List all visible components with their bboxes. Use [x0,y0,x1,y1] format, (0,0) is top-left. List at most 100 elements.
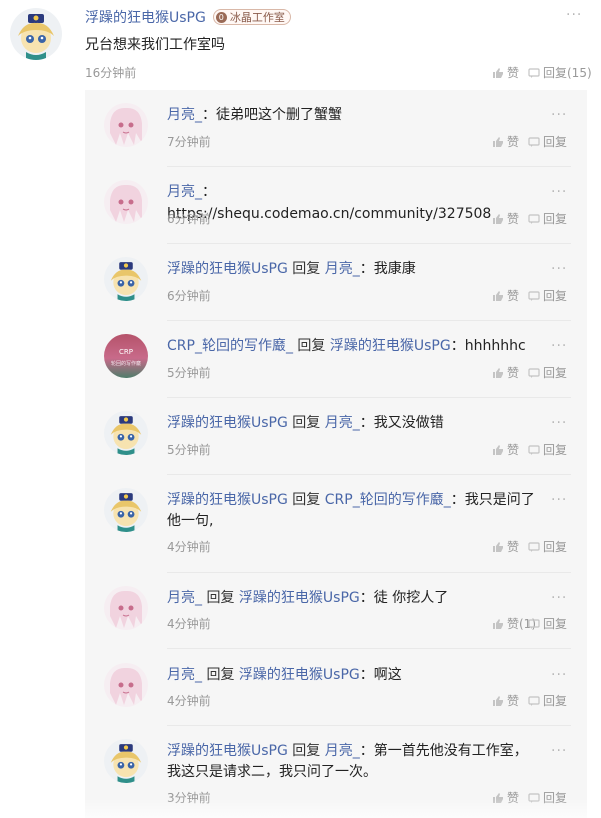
reply-like-button[interactable]: 赞 [492,210,519,227]
reply-more-button[interactable]: ··· [551,185,567,199]
reply-like-button[interactable]: 赞 [492,364,519,381]
reply-reply-button[interactable]: 回复 [528,441,567,458]
studio-badge[interactable]: 0 冰晶工作室 [212,9,291,25]
divider [167,725,571,726]
reply-separator: ： [359,590,374,606]
reply-more-button[interactable]: ··· [551,493,567,507]
reply-target[interactable]: 浮躁的狂电猴UsPG [330,338,451,354]
avatar[interactable] [104,257,148,301]
reply-target[interactable]: 月亮_ [325,743,360,759]
reply-time: 7分钟前 [167,135,211,149]
reply-body[interactable]: https://shequ.codemao.cn/community/32750… [167,206,491,222]
reply-word: 回复 [202,667,239,683]
like-label: 赞 [507,694,520,708]
reply-text-line2: 我这只是请求二，我只问了一次。 [167,764,377,780]
thumbs-up-icon [493,618,503,629]
reply-like-button[interactable]: 赞 [492,287,519,304]
like-label: 赞 [507,540,520,554]
reply-author[interactable]: 浮躁的狂电猴UsPG [167,415,288,431]
reply-body: 我康康 [373,261,416,277]
reply-more-button[interactable]: ··· [551,108,567,122]
reply-author[interactable]: 月亮_ [167,107,202,123]
reply-word: 回复 [202,590,239,606]
reply-text: 月亮_ 回复 浮躁的狂电猴UsPG：啊这 [167,664,537,686]
reply-text: 月亮_ 回复 浮躁的狂电猴UsPG：徒 你挖人了 [167,587,537,609]
reply-target[interactable]: CRP_轮回的写作黀_ [325,492,451,508]
reply-time: 4分钟前 [167,694,211,708]
reply-button[interactable]: 回复(15) [528,64,592,81]
reply-label: 回复 [543,443,568,457]
reply-like-button[interactable]: 赞 [492,692,519,709]
comment-author[interactable]: 浮躁的狂电猴UsPG [85,7,206,27]
reply-text: 浮躁的狂电猴UsPG 回复 月亮_：我康康 [167,258,537,280]
reply-target[interactable]: 月亮_ [325,415,360,431]
reply-target[interactable]: 月亮_ [325,261,360,277]
reply-more-button[interactable]: ··· [551,339,567,353]
divider [167,320,571,321]
comment-icon [528,213,540,224]
reply-author[interactable]: 月亮_ [167,667,202,683]
like-label: 赞 [507,443,520,457]
reply-more-button[interactable]: ··· [551,744,567,758]
studio-badge-icon: 0 [215,11,227,23]
reply-time: 4分钟前 [167,540,211,554]
reply-word: 回复 [287,261,325,277]
reply-separator: ： [359,261,374,277]
reply-author[interactable]: 浮躁的狂电猴UsPG [167,492,288,508]
reply-author[interactable]: 月亮_ [167,590,202,606]
comment-icon [528,67,540,78]
reply-more-button[interactable]: ··· [551,668,567,682]
comment-icon [528,367,540,378]
reply-time: 5分钟前 [167,443,211,457]
avatar[interactable] [104,586,148,630]
reply-reply-button[interactable]: 回复 [528,364,567,381]
reply-target[interactable]: 浮躁的狂电猴UsPG [239,667,360,683]
reply-more-button[interactable]: ··· [551,262,567,276]
reply-target[interactable]: 浮躁的狂电猴UsPG [239,590,360,606]
like-button[interactable]: 赞 [492,64,519,81]
reply-reply-button[interactable]: 回复 [528,538,567,555]
avatar[interactable] [104,488,148,532]
comment-thread: 浮躁的狂电猴UsPG 0 冰晶工作室 ··· 兄台想来我们工作室吗 16分钟前 … [0,0,601,818]
reply-author[interactable]: 浮躁的狂电猴UsPG [167,261,288,277]
reply-author[interactable]: 浮躁的狂电猴UsPG [167,743,288,759]
crp-avatar-label: CRP [119,348,133,356]
reply-body: hhhhhhc [464,338,526,354]
reply-label: 回复 [543,289,568,303]
reply-label: 回复 [543,212,568,226]
reply-reply-button[interactable]: 回复 [528,615,567,632]
comment-icon [528,695,540,706]
avatar[interactable] [10,8,62,60]
reply-reply-button[interactable]: 回复 [528,133,567,150]
reply-reply-button[interactable]: 回复 [528,692,567,709]
thumbs-up-icon [493,444,503,455]
reply-more-button[interactable]: ··· [551,591,567,605]
reply-like-button[interactable]: 赞 [492,441,519,458]
reply-reply-button[interactable]: 回复 [528,210,567,227]
divider [167,243,571,244]
comment-icon [528,136,540,147]
thumbs-up-icon [493,695,503,706]
comment-icon [528,541,540,552]
avatar[interactable] [104,411,148,455]
like-label: 赞 [507,366,520,380]
reply-separator: ： [450,492,465,508]
reply-author[interactable]: 月亮_ [167,184,202,200]
thumbs-up-icon [493,541,503,552]
reply-label: 回复 [543,540,568,554]
like-label: 赞 [507,212,520,226]
comment-header: 浮躁的狂电猴UsPG 0 冰晶工作室 [85,8,291,26]
reply-author[interactable]: CRP_轮回的写作黀_ [167,338,293,354]
avatar[interactable] [104,103,148,147]
avatar[interactable] [104,180,148,224]
thumbs-up-icon [493,213,503,224]
divider [167,166,571,167]
reply-reply-button[interactable]: 回复 [528,287,567,304]
reply-like-button[interactable]: 赞 [492,133,519,150]
more-options-button[interactable]: ··· [566,8,582,22]
reply-like-button[interactable]: 赞 [492,538,519,555]
avatar[interactable]: CRP 轮回的写作黀 [104,334,148,378]
avatar[interactable] [104,663,148,707]
reply-more-button[interactable]: ··· [551,416,567,430]
avatar[interactable] [104,739,148,783]
